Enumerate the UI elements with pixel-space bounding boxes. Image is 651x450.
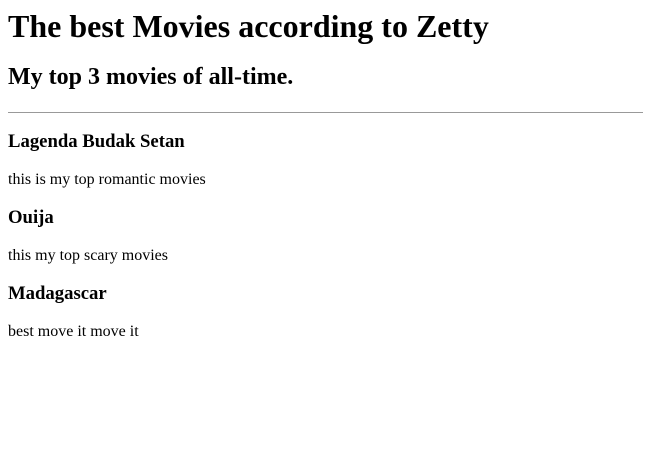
movie-description: this my top scary movies <box>8 246 168 264</box>
movie-title: Ouija <box>8 207 54 229</box>
page-title: The best Movies according to Zetty <box>8 8 489 44</box>
movie-description: best move it move it <box>8 322 139 340</box>
divider <box>8 112 643 114</box>
movie-description: this is my top romantic movies <box>8 170 206 188</box>
movie-title: Lagenda Budak Setan <box>8 131 185 153</box>
page-subtitle: My top 3 movies of all-time. <box>8 63 294 90</box>
movie-title: Madagascar <box>8 283 107 305</box>
